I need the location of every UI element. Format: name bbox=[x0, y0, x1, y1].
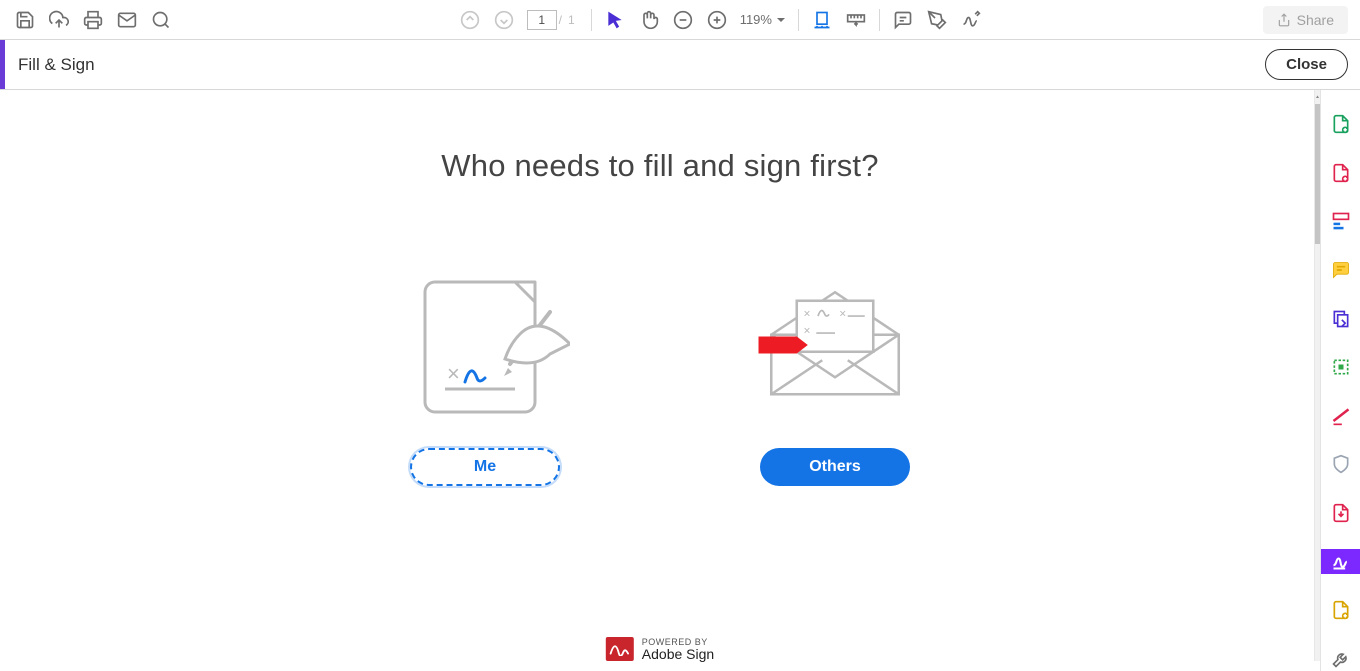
page-up-icon[interactable] bbox=[453, 3, 487, 37]
page-total: 1 bbox=[568, 13, 575, 27]
svg-text:×: × bbox=[839, 307, 846, 321]
ruler-icon[interactable] bbox=[839, 3, 873, 37]
sticky-note-icon[interactable] bbox=[1321, 258, 1360, 283]
protect-icon[interactable] bbox=[1321, 452, 1360, 477]
others-illustration: × × × bbox=[750, 254, 920, 424]
share-button: Share bbox=[1263, 6, 1348, 34]
share-label: Share bbox=[1297, 12, 1334, 28]
mail-icon[interactable] bbox=[110, 3, 144, 37]
svg-text:×: × bbox=[804, 307, 811, 321]
me-button[interactable]: Me bbox=[410, 448, 560, 486]
page-input[interactable] bbox=[527, 10, 557, 30]
subheader: Fill & Sign Close bbox=[0, 40, 1360, 90]
create-pdf-icon[interactable] bbox=[1321, 112, 1360, 137]
me-illustration: × bbox=[400, 254, 570, 424]
select-tool-icon[interactable] bbox=[598, 3, 632, 37]
zoom-value: 119% bbox=[740, 12, 772, 27]
page-indicator: / 1 bbox=[527, 10, 579, 30]
subheader-title: Fill & Sign bbox=[0, 55, 95, 75]
question-heading: Who needs to fill and sign first? bbox=[0, 148, 1320, 184]
powered-by: POWERED BY Adobe Sign bbox=[606, 637, 714, 661]
compress-pdf-icon[interactable] bbox=[1321, 501, 1360, 526]
right-rail bbox=[1320, 90, 1360, 671]
powered-text: POWERED BY Adobe Sign bbox=[642, 638, 714, 661]
print-icon[interactable] bbox=[76, 3, 110, 37]
option-others: × × × Others bbox=[750, 254, 920, 486]
options-row: × Me bbox=[0, 254, 1320, 486]
sign-icon[interactable] bbox=[954, 3, 988, 37]
page-down-icon[interactable] bbox=[487, 3, 521, 37]
zoom-dropdown[interactable]: 119% bbox=[734, 12, 792, 27]
close-button[interactable]: Close bbox=[1265, 49, 1348, 80]
organize-pages-icon[interactable] bbox=[1321, 355, 1360, 380]
convert-icon[interactable] bbox=[1321, 598, 1360, 623]
svg-text:×: × bbox=[804, 324, 811, 338]
fill-sign-icon[interactable] bbox=[1321, 549, 1360, 574]
top-toolbar: / 1 119% Share bbox=[0, 0, 1360, 40]
cloud-upload-icon[interactable] bbox=[42, 3, 76, 37]
combine-files-icon[interactable] bbox=[1321, 306, 1360, 331]
content-area: Who needs to fill and sign first? × bbox=[0, 90, 1320, 671]
comment-icon[interactable] bbox=[886, 3, 920, 37]
search-icon[interactable] bbox=[144, 3, 178, 37]
content-scrollbar[interactable] bbox=[1314, 90, 1320, 661]
fit-width-icon[interactable] bbox=[805, 3, 839, 37]
others-button[interactable]: Others bbox=[760, 448, 910, 486]
export-pdf-icon[interactable] bbox=[1321, 161, 1360, 186]
hand-tool-icon[interactable] bbox=[632, 3, 666, 37]
page-slash: / bbox=[559, 13, 562, 27]
save-icon[interactable] bbox=[8, 3, 42, 37]
svg-text:×: × bbox=[447, 361, 460, 386]
zoom-out-icon[interactable] bbox=[666, 3, 700, 37]
adobe-sign-logo-icon bbox=[606, 637, 634, 661]
redact-icon[interactable] bbox=[1321, 403, 1360, 428]
edit-pdf-icon[interactable] bbox=[1321, 209, 1360, 234]
highlight-icon[interactable] bbox=[920, 3, 954, 37]
powered-big: Adobe Sign bbox=[642, 647, 714, 661]
option-me: × Me bbox=[400, 254, 570, 486]
more-tools-icon[interactable] bbox=[1321, 646, 1360, 671]
zoom-in-icon[interactable] bbox=[700, 3, 734, 37]
